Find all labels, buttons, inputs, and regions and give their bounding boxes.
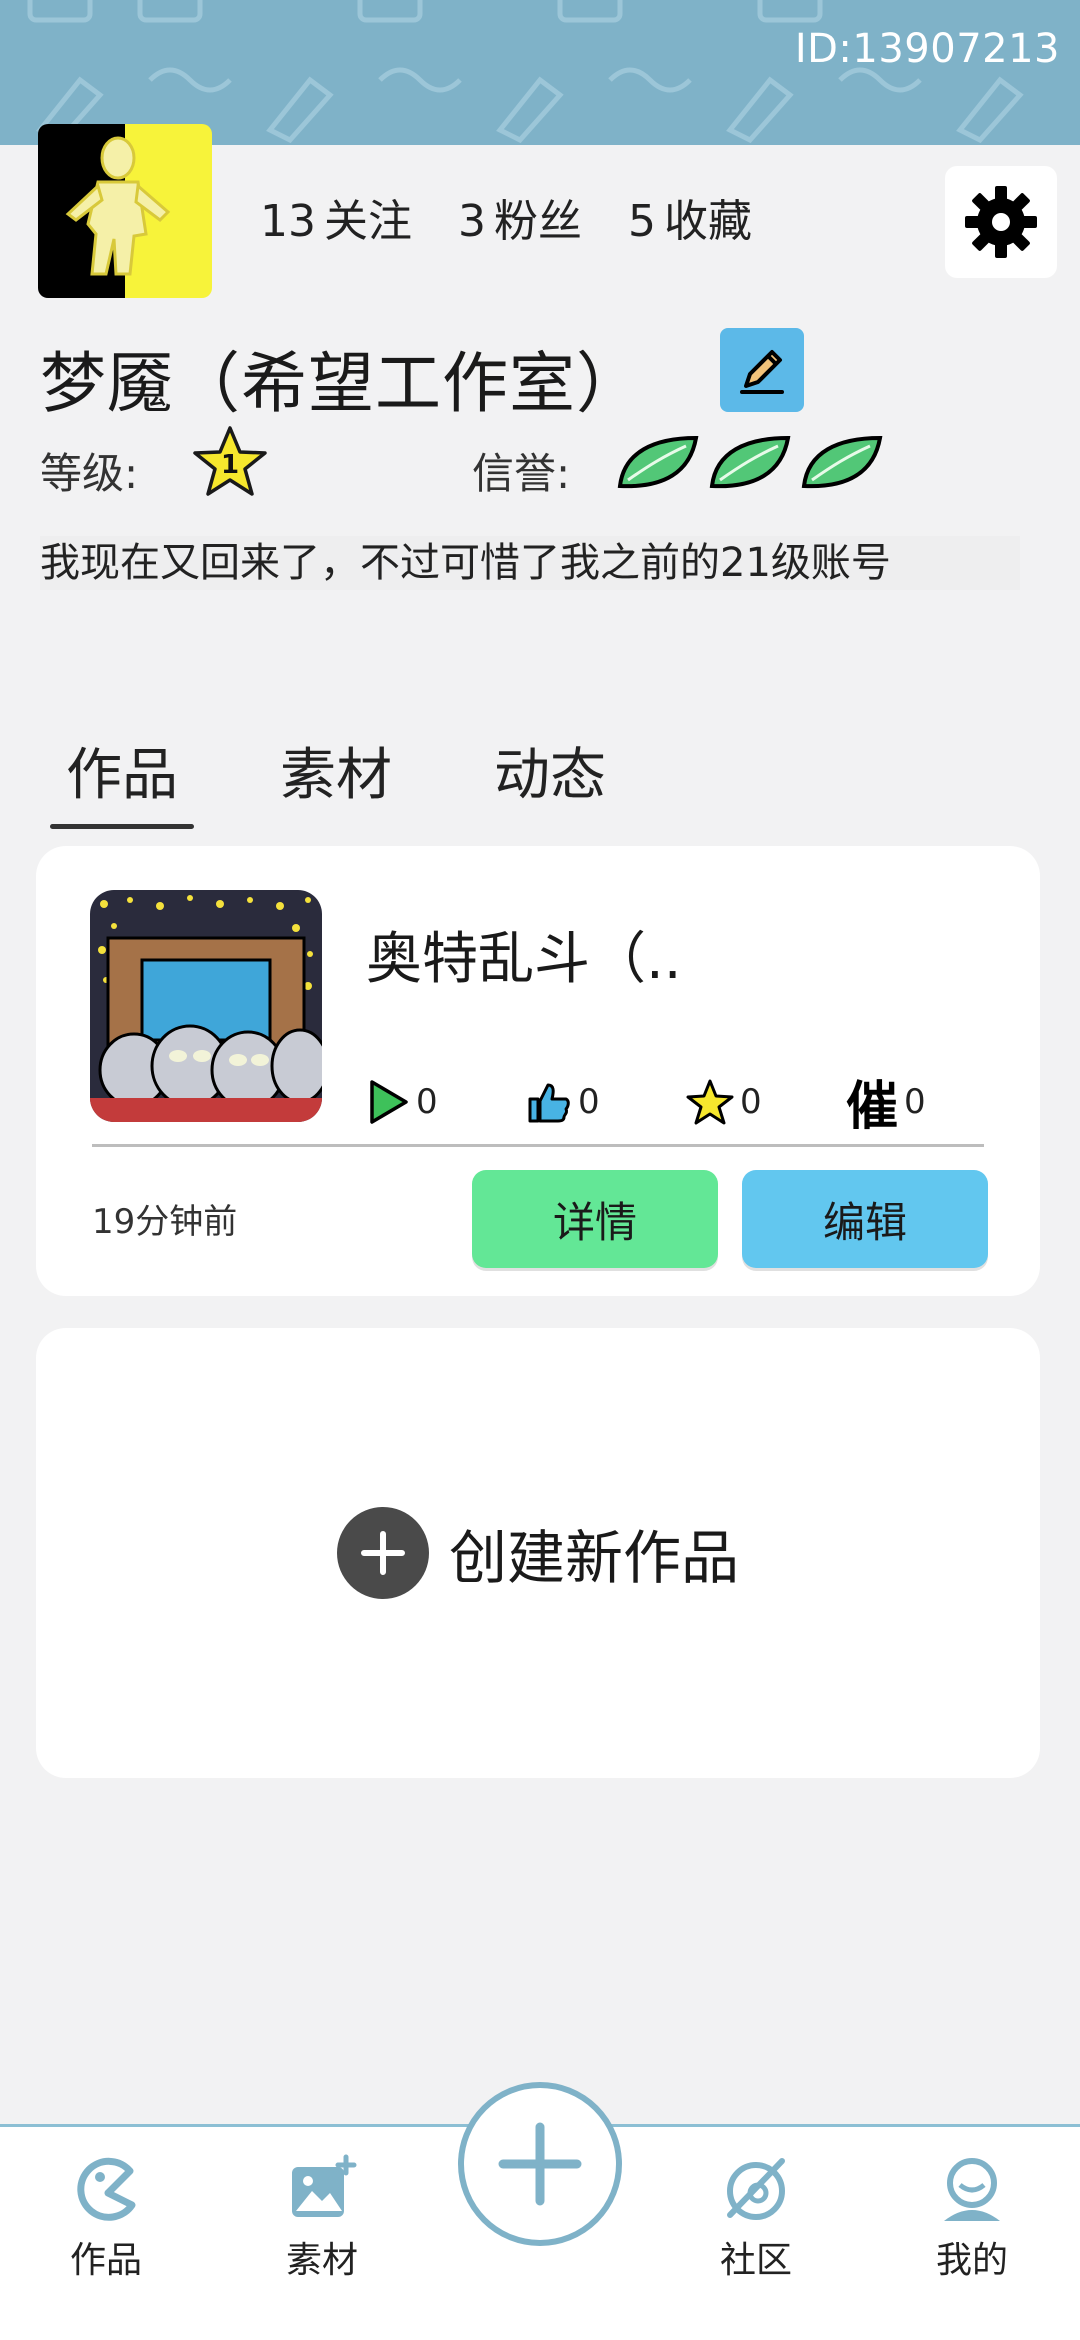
profile-icon [944, 2158, 1000, 2221]
urge-icon: 催 [846, 1077, 899, 1137]
image-add-icon [292, 2154, 357, 2217]
card-divider [92, 1144, 984, 1147]
edit-profile-button[interactable] [720, 328, 804, 412]
gear-icon [965, 186, 1037, 258]
following-count: 13 [260, 196, 316, 247]
stars-count: 0 [740, 1081, 762, 1122]
nav-item-community[interactable]: 社区 [686, 2153, 826, 2283]
nav-label-community: 社区 [719, 2240, 792, 2281]
username: 梦魇（希望工作室） [40, 345, 643, 422]
plays-metric: 0 [366, 1064, 526, 1139]
settings-button[interactable] [945, 166, 1057, 278]
nav-item-assets[interactable]: 素材 [252, 2153, 392, 2283]
credit-leaves [614, 432, 884, 492]
content-tabs: 作品 素材 动态 [50, 730, 622, 829]
work-card[interactable]: 奥特乱斗（.. 0 0 0 催 0 19分钟前 详情 编辑 [36, 846, 1040, 1296]
leaf-icon [617, 435, 699, 489]
profile-page: ID:13907213 13 关注 3 粉丝 5 收藏 梦魇（希望工作室） 等级… [0, 0, 1080, 2340]
fans-label: 粉丝 [494, 196, 582, 247]
stars-metric: 0 [686, 1064, 846, 1139]
profile-stats: 13 关注 3 粉丝 5 收藏 [260, 185, 752, 249]
level-value: 1 [221, 450, 239, 480]
plays-count: 0 [416, 1081, 438, 1122]
favorites-count: 5 [628, 196, 656, 247]
create-work-label: 创建新作品 [448, 1524, 739, 1592]
leaf-icon [709, 435, 791, 489]
level-star-icon: 1 [193, 426, 267, 496]
leaf-icon [801, 435, 883, 489]
detail-button[interactable]: 详情 [472, 1170, 718, 1268]
edit-work-button[interactable]: 编辑 [742, 1170, 988, 1268]
nav-item-works[interactable]: 作品 [36, 2153, 176, 2283]
fans-stat[interactable]: 3 粉丝 [458, 185, 582, 249]
nav-label-assets: 素材 [285, 2240, 358, 2281]
pencil-icon [740, 350, 784, 394]
tab-activity[interactable]: 动态 [478, 730, 622, 829]
favorites-stat[interactable]: 5 收藏 [628, 185, 752, 249]
fans-count: 3 [458, 196, 486, 247]
tab-assets[interactable]: 素材 [264, 730, 408, 829]
planet-icon [727, 2158, 785, 2220]
plus-icon [498, 2122, 582, 2206]
work-thumbnail[interactable] [90, 890, 322, 1122]
likes-count: 0 [578, 1081, 600, 1122]
likes-metric: 0 [526, 1064, 686, 1139]
avatar[interactable] [38, 124, 212, 298]
following-label: 关注 [324, 196, 412, 247]
nav-item-mine[interactable]: 我的 [902, 2153, 1042, 2283]
nav-label-mine: 我的 [935, 2240, 1008, 2281]
work-title: 奥特乱斗（.. [366, 927, 682, 992]
play-icon [370, 1079, 408, 1124]
create-work-card[interactable]: 创建新作品 [36, 1328, 1040, 1778]
add-button[interactable] [458, 2082, 622, 2246]
credit-label: 信誉: [472, 449, 571, 498]
work-metrics: 0 0 0 催 0 [366, 1064, 1006, 1139]
level-label: 等级: [40, 449, 139, 498]
work-timestamp: 19分钟前 [92, 1202, 238, 1242]
plus-circle-icon [336, 1507, 429, 1599]
urge-metric: 催 0 [846, 1064, 1006, 1139]
urge-count: 0 [904, 1081, 926, 1122]
thumbs-up-icon [528, 1083, 570, 1122]
nav-label-works: 作品 [69, 2240, 142, 2281]
bio: 我现在又回来了，不过可惜了我之前的21级账号 [40, 536, 1020, 590]
star-icon [686, 1079, 734, 1124]
following-stat[interactable]: 13 关注 [260, 185, 412, 249]
favorites-label: 收藏 [664, 196, 752, 247]
pacman-icon [77, 2157, 136, 2221]
user-id: ID:13907213 [794, 26, 1060, 72]
tab-works[interactable]: 作品 [50, 730, 194, 829]
